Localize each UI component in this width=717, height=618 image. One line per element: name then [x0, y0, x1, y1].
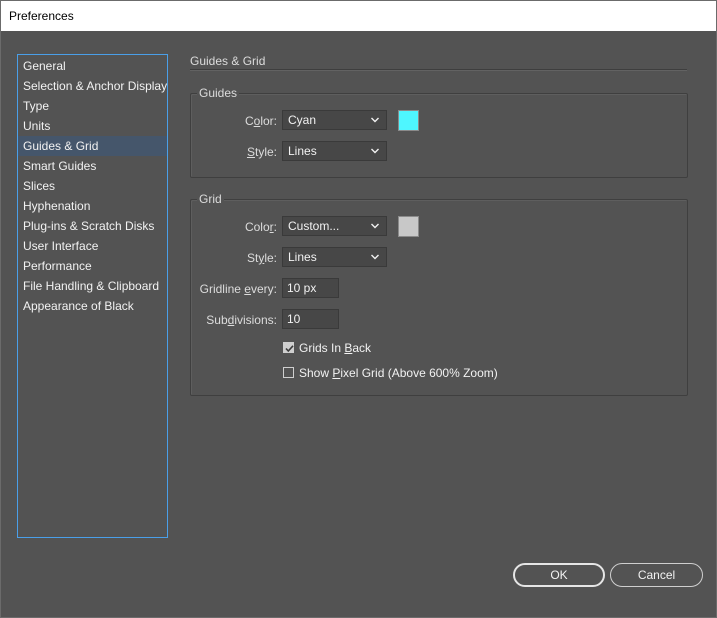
guides-style-label: Style:	[246, 145, 277, 159]
grid-style-value: Lines	[288, 250, 317, 264]
grid-color-dropdown[interactable]: Custom...	[282, 216, 387, 236]
subdivisions-input[interactable]: 10	[282, 309, 339, 329]
sidebar-item-smart-guides[interactable]: Smart Guides	[18, 156, 167, 176]
guides-style-dropdown[interactable]: Lines	[282, 141, 387, 161]
guides-group-label: Guides	[197, 86, 240, 100]
window-title: Preferences	[9, 9, 74, 23]
sidebar-item-user-interface[interactable]: User Interface	[18, 236, 167, 256]
preferences-dialog: Preferences General Selection & Anchor D…	[0, 0, 717, 618]
sidebar-item-file-handling-clipboard[interactable]: File Handling & Clipboard	[18, 276, 167, 296]
guides-color-label: Color:	[244, 114, 277, 128]
guides-color-dropdown[interactable]: Cyan	[282, 110, 387, 130]
ok-button[interactable]: OK	[513, 563, 605, 587]
sidebar-item-general[interactable]: General	[18, 56, 167, 76]
gridline-every-label: Gridline every:	[199, 282, 277, 296]
sidebar-item-appearance-of-black[interactable]: Appearance of Black	[18, 296, 167, 316]
checkmark-icon	[285, 345, 294, 353]
sidebar-item-units[interactable]: Units	[18, 116, 167, 136]
grid-style-dropdown[interactable]: Lines	[282, 247, 387, 267]
chevron-down-icon	[371, 148, 379, 154]
sidebar-item-selection-anchor-display[interactable]: Selection & Anchor Display	[18, 76, 167, 96]
sidebar-item-hyphenation[interactable]: Hyphenation	[18, 196, 167, 216]
grids-in-back-checkbox[interactable]	[283, 342, 294, 353]
grid-group-label: Grid	[197, 192, 224, 206]
show-pixel-grid-label[interactable]: Show Pixel Grid (Above 600% Zoom)	[299, 366, 498, 380]
show-pixel-grid-checkbox[interactable]	[283, 367, 294, 378]
grids-in-back-label[interactable]: Grids In Back	[299, 341, 371, 355]
sidebar-item-plugins-scratch-disks[interactable]: Plug-ins & Scratch Disks	[18, 216, 167, 236]
grid-style-label: Style:	[246, 251, 277, 265]
category-list[interactable]: General Selection & Anchor Display Type …	[17, 54, 168, 538]
chevron-down-icon	[371, 223, 379, 229]
sidebar-item-type[interactable]: Type	[18, 96, 167, 116]
gridline-every-input[interactable]: 10 px	[282, 278, 339, 298]
sidebar-item-guides-grid[interactable]: Guides & Grid	[18, 136, 167, 156]
chevron-down-icon	[371, 254, 379, 260]
chevron-down-icon	[371, 117, 379, 123]
sidebar-item-performance[interactable]: Performance	[18, 256, 167, 276]
section-divider	[190, 69, 687, 71]
sidebar-item-slices[interactable]: Slices	[18, 176, 167, 196]
cancel-button[interactable]: Cancel	[610, 563, 703, 587]
section-title: Guides & Grid	[190, 54, 266, 68]
grid-color-label: Color:	[244, 220, 277, 234]
title-bar: Preferences	[1, 1, 716, 31]
grid-color-value: Custom...	[288, 219, 340, 233]
guides-color-swatch[interactable]	[398, 110, 419, 131]
guides-color-value: Cyan	[288, 113, 317, 127]
guides-style-value: Lines	[288, 144, 317, 158]
subdivisions-label: Subdivisions:	[206, 313, 277, 327]
guides-group	[190, 93, 688, 178]
grid-color-swatch[interactable]	[398, 216, 419, 237]
